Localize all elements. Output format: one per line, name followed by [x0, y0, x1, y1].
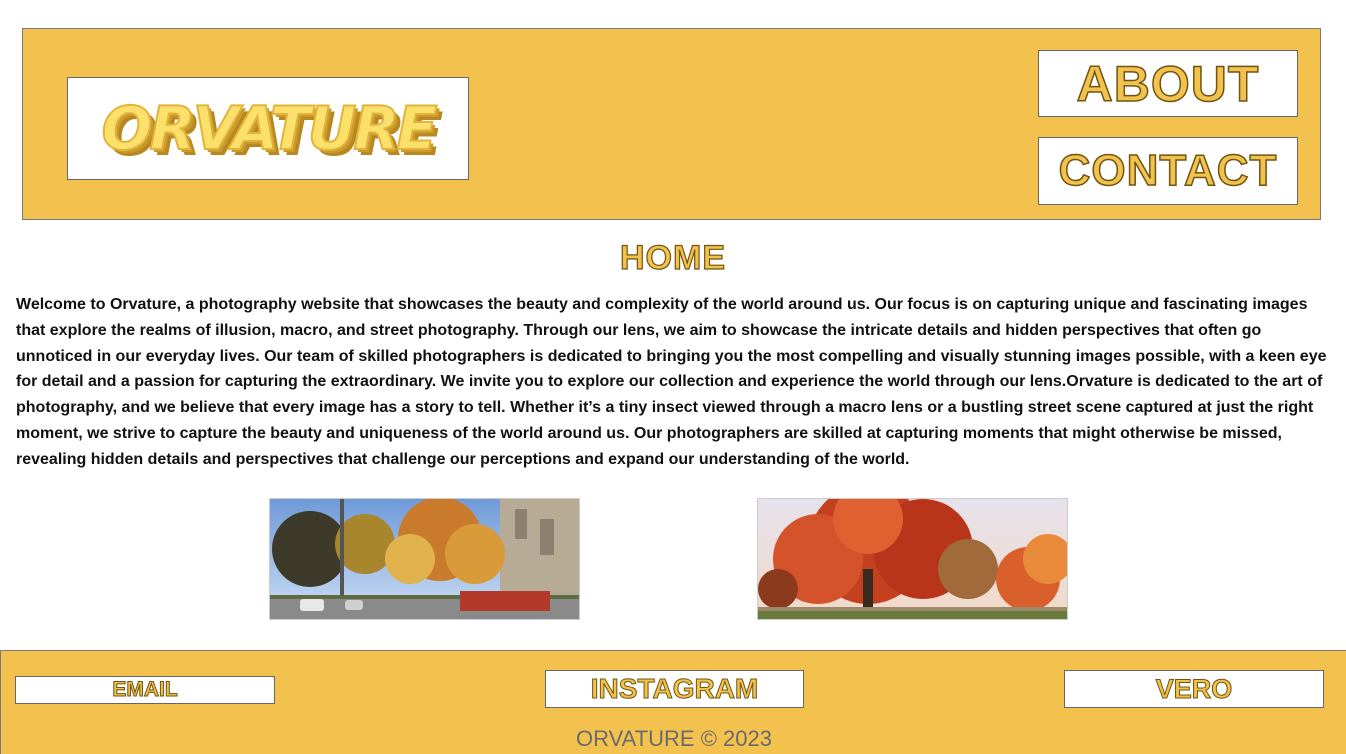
site-footer: EMAIL INSTAGRAM VERO ORVATURE © 2023: [0, 650, 1346, 754]
autumn-street-photo: [269, 498, 580, 620]
contact-button[interactable]: CONTACT: [1038, 137, 1298, 205]
intro-paragraph: Welcome to Orvature, a photography websi…: [16, 296, 1327, 468]
copyright-text: ORVATURE © 2023: [576, 726, 772, 751]
orvature-logo: ORVATURE: [100, 93, 438, 165]
page-title: HOME: [619, 238, 726, 277]
site-header: ORVATURE ABOUT CONTACT: [22, 28, 1321, 220]
email-button[interactable]: EMAIL: [15, 676, 275, 704]
about-button[interactable]: ABOUT: [1038, 50, 1298, 117]
logo-link[interactable]: ORVATURE: [67, 77, 469, 180]
red-maple-tree-photo: [757, 498, 1068, 620]
instagram-button[interactable]: INSTAGRAM: [545, 670, 804, 708]
vero-button[interactable]: VERO: [1064, 670, 1324, 708]
